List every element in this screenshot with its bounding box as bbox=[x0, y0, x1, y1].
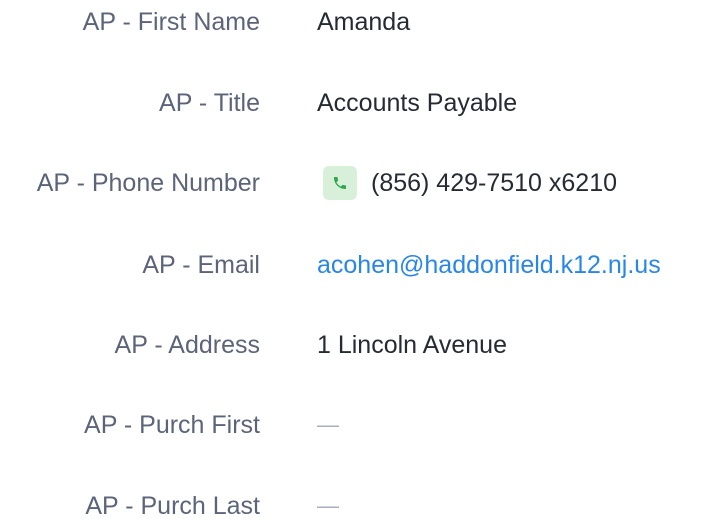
field-label: AP - Phone Number bbox=[36, 168, 260, 197]
field-label: AP - First Name bbox=[82, 7, 260, 36]
field-label: AP - Email bbox=[142, 250, 260, 279]
field-value-phone: (856) 429-7510 x6210 bbox=[317, 166, 617, 200]
field-label: AP - Address bbox=[114, 330, 260, 359]
field-row-purch-first: AP - Purch First — bbox=[0, 400, 719, 450]
field-row-first-name: AP - First Name Amanda bbox=[0, 0, 719, 47]
field-row-phone: AP - Phone Number (856) 429-7510 x6210 bbox=[0, 158, 719, 208]
field-label: AP - Title bbox=[159, 88, 260, 117]
field-value-purch-first[interactable]: — bbox=[317, 412, 339, 438]
phone-icon bbox=[334, 177, 346, 189]
field-value-purch-last[interactable]: — bbox=[317, 493, 339, 519]
call-button[interactable] bbox=[323, 166, 357, 200]
field-row-address: AP - Address 1 Lincoln Avenue bbox=[0, 320, 719, 370]
contact-details: AP - First Name Amanda AP - Title Accoun… bbox=[0, 0, 719, 519]
field-value-address[interactable]: 1 Lincoln Avenue bbox=[317, 331, 507, 360]
field-label: AP - Purch Last bbox=[85, 491, 260, 519]
field-label: AP - Purch First bbox=[84, 410, 260, 439]
email-link[interactable]: acohen@haddonfield.k12.nj.us bbox=[317, 251, 661, 280]
field-value-title[interactable]: Accounts Payable bbox=[317, 89, 517, 118]
field-row-purch-last: AP - Purch Last — bbox=[0, 481, 719, 519]
phone-number-text[interactable]: (856) 429-7510 x6210 bbox=[371, 169, 617, 198]
field-row-title: AP - Title Accounts Payable bbox=[0, 78, 719, 128]
field-value-first-name[interactable]: Amanda bbox=[317, 8, 410, 37]
field-row-email: AP - Email acohen@haddonfield.k12.nj.us bbox=[0, 240, 719, 290]
